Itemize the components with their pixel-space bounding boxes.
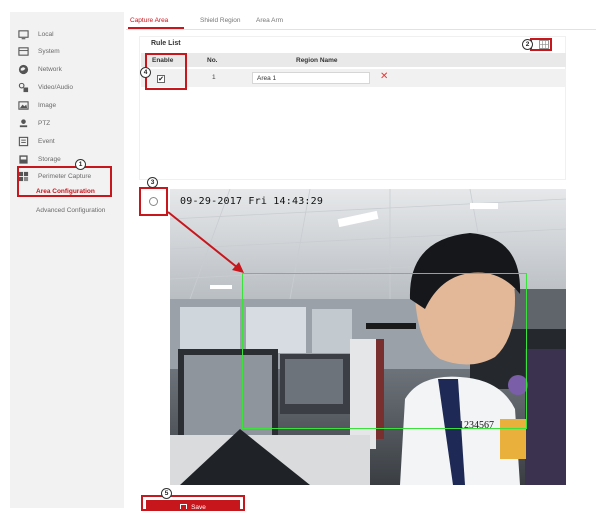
callout-badge-2: 2 <box>522 39 533 50</box>
row-number: 1 <box>212 74 216 81</box>
system-icon <box>17 45 29 57</box>
sidebar-item-event[interactable]: Event <box>10 133 124 149</box>
tab-shield-region[interactable]: Shield Region <box>200 17 240 24</box>
sidebar-item-network[interactable]: Network <box>10 61 124 77</box>
ptz-icon <box>17 117 29 129</box>
delete-region-icon[interactable]: ✕ <box>380 72 388 82</box>
sidebar-item-label: Network <box>38 65 62 73</box>
rule-list-title: Rule List <box>151 40 181 47</box>
sidebar-subitem-advanced-configuration[interactable]: Advanced Configuration <box>36 203 105 217</box>
tab-area-arm[interactable]: Area Arm <box>256 17 283 24</box>
sidebar-item-label: System <box>38 47 60 55</box>
sidebar-item-ptz[interactable]: PTZ <box>10 115 124 131</box>
sidebar-item-label: Storage <box>38 155 61 163</box>
callout-5-box <box>141 495 245 511</box>
callout-badge-1: 1 <box>75 159 86 170</box>
sidebar-item-label: Image <box>38 101 57 109</box>
video-audio-icon <box>17 81 29 93</box>
sidebar-item-video-audio[interactable]: Video/Audio <box>10 79 124 95</box>
globe-icon <box>17 63 29 75</box>
sidebar-item-local[interactable]: Local <box>10 26 124 42</box>
sidebar-item-storage[interactable]: Storage <box>10 151 124 167</box>
callout-3-box <box>139 187 168 216</box>
event-icon <box>17 135 29 147</box>
sidebar: Local System Network Video/Audio Image P… <box>10 12 124 508</box>
sidebar-item-label: PTZ <box>38 119 51 127</box>
storage-icon <box>17 153 29 165</box>
sidebar-item-image[interactable]: Image <box>10 97 124 113</box>
osd-timestamp: 09-29-2017 Fri 14:43:29 <box>180 196 324 207</box>
callout-4-box <box>145 53 187 90</box>
capture-area-region[interactable] <box>242 273 527 429</box>
tab-capture-area[interactable]: Capture Area <box>130 17 168 24</box>
region-name-input[interactable] <box>252 72 370 84</box>
tab-bar <box>126 12 596 30</box>
column-header-region-name: Region Name <box>296 57 338 64</box>
sidebar-item-label: Video/Audio <box>38 83 73 91</box>
callout-2-box <box>530 38 552 51</box>
column-header-no: No. <box>207 57 218 64</box>
sidebar-item-system[interactable]: System <box>10 43 124 59</box>
image-icon <box>17 99 29 111</box>
callout-1-box <box>17 166 112 197</box>
callout-badge-5: 5 <box>161 488 172 499</box>
callout-badge-3: 3 <box>147 177 158 188</box>
active-tab-indicator <box>128 27 184 29</box>
osd-device-id: 1234567 <box>459 420 494 431</box>
sidebar-item-label: Local <box>38 30 54 38</box>
sidebar-item-label: Event <box>38 137 55 145</box>
rule-table-header <box>141 53 566 67</box>
monitor-icon <box>17 28 29 40</box>
callout-badge-4: 4 <box>140 67 151 78</box>
